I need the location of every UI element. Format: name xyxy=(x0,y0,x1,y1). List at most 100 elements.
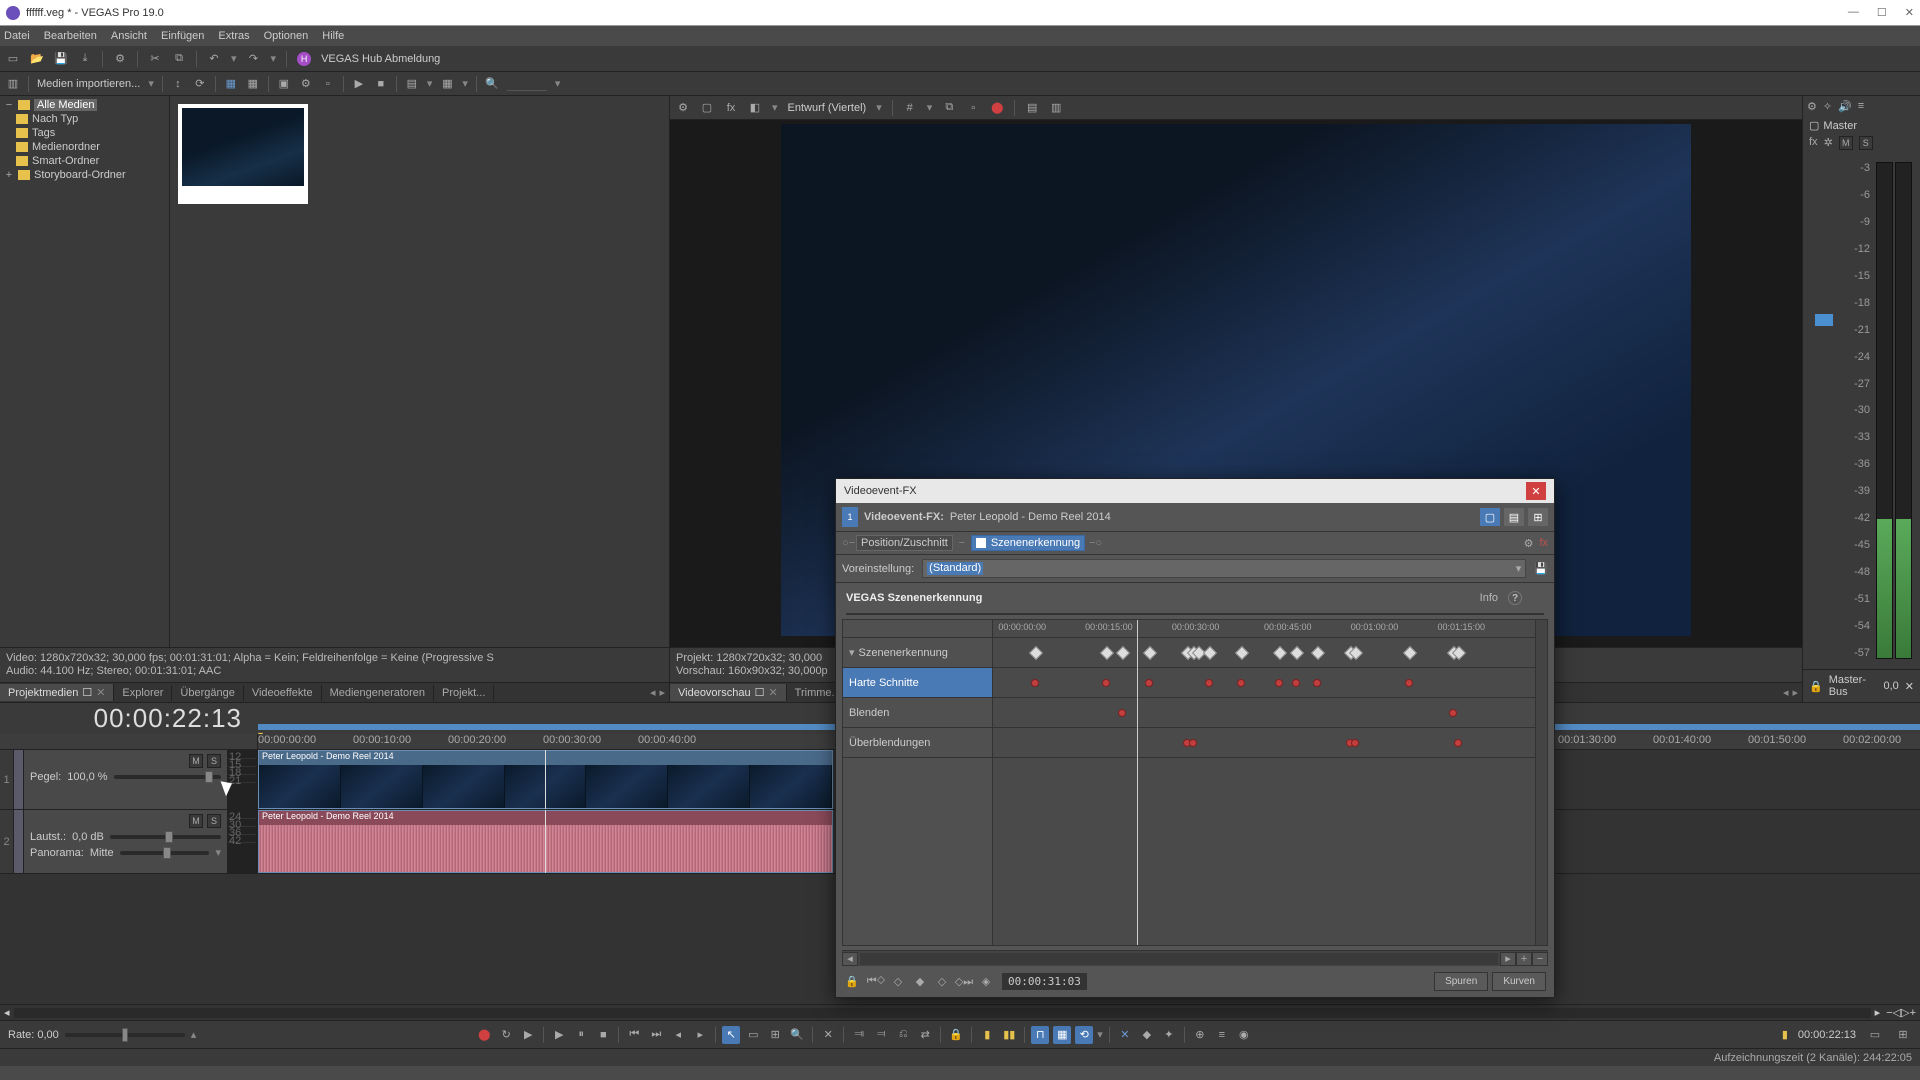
master-mute-button[interactable]: M xyxy=(1839,136,1853,150)
master-dim-icon[interactable]: ✧ xyxy=(1823,100,1832,113)
kf-curve-icon[interactable]: ◈ xyxy=(978,974,994,990)
loop-button[interactable]: ↻ xyxy=(497,1026,515,1044)
open-icon[interactable]: 📂 xyxy=(30,52,44,66)
fx-dialog-titlebar[interactable]: Videoevent-FX ✕ xyxy=(836,479,1554,503)
volume-slider[interactable] xyxy=(110,835,221,839)
tab-videovorschau[interactable]: Videovorschau☐✕ xyxy=(670,684,787,701)
add-track-button[interactable]: ⊕ xyxy=(1191,1026,1209,1044)
pan-dropdown-icon[interactable]: ▾ xyxy=(215,846,221,859)
fx-row-scene[interactable]: ▾Szenenerkennung xyxy=(843,638,992,668)
playhead[interactable] xyxy=(545,750,546,809)
new-project-icon[interactable]: ▭ xyxy=(6,52,20,66)
track-solo-button[interactable]: S xyxy=(207,754,221,768)
menu-einfuegen[interactable]: Einfügen xyxy=(161,30,204,42)
slip-button[interactable]: ⇄ xyxy=(916,1026,934,1044)
prev-frame-button[interactable]: ◂ xyxy=(669,1026,687,1044)
fx-preset-dropdown[interactable]: (Standard) ▾ xyxy=(922,559,1526,578)
fx-preset-save-icon[interactable]: 💾 xyxy=(1534,562,1548,575)
track-number[interactable]: 2 xyxy=(0,810,14,873)
remove-unused-icon[interactable]: ▦ xyxy=(224,77,238,91)
next-frame-button[interactable]: ▸ xyxy=(691,1026,709,1044)
master-bus-close-icon[interactable]: ✕ xyxy=(1905,680,1914,693)
normal-edit-tool[interactable]: ↖ xyxy=(722,1026,740,1044)
auto-save-button[interactable]: ◆ xyxy=(1138,1026,1156,1044)
media-panel-icon[interactable]: ▥ xyxy=(6,77,20,91)
keyframe-diamond[interactable] xyxy=(1235,646,1249,660)
tab-projektmedien[interactable]: Projektmedien☐✕ xyxy=(0,684,114,701)
delete-button[interactable]: ✕ xyxy=(819,1026,837,1044)
trim-end-button[interactable]: ⫤ xyxy=(872,1026,890,1044)
hub-label[interactable]: VEGAS Hub Abmeldung xyxy=(321,53,440,65)
keyframe-dot[interactable] xyxy=(1351,739,1359,747)
tree-by-type[interactable]: Nach Typ xyxy=(32,113,78,125)
timeline-timecode[interactable]: 00:00:22:13 xyxy=(0,703,258,734)
master-solo-button[interactable]: S xyxy=(1859,136,1873,150)
preview-fx-icon[interactable]: fx xyxy=(724,101,738,115)
keyframe-dot[interactable] xyxy=(1237,679,1245,687)
keyframe-dot[interactable] xyxy=(1102,679,1110,687)
fx-row-crossfades[interactable]: Überblendungen xyxy=(843,728,992,758)
fx-row-blends[interactable]: Blenden xyxy=(843,698,992,728)
view-mode-icon[interactable]: ▤ xyxy=(405,77,419,91)
fx-vertical-scrollbar[interactable] xyxy=(1535,620,1547,945)
preview-device-icon[interactable]: ▢ xyxy=(700,101,714,115)
keyframe-dot[interactable] xyxy=(1145,679,1153,687)
preview-props-icon[interactable]: ⚙ xyxy=(676,101,690,115)
import-media-button[interactable]: Medien importieren... xyxy=(37,78,140,90)
kf-prev-icon[interactable]: ◇ xyxy=(890,974,906,990)
preview-split-icon[interactable]: ◧ xyxy=(748,101,762,115)
tree-tags[interactable]: Tags xyxy=(32,127,55,139)
fx-lane-hard[interactable] xyxy=(993,668,1535,698)
scroll-left-icon[interactable]: ◂ xyxy=(4,1006,10,1019)
tree-media-folder[interactable]: Medienordner xyxy=(32,141,100,153)
kf-add-here-icon[interactable]: ◆ xyxy=(912,974,928,990)
selection-tool[interactable]: ▭ xyxy=(744,1026,762,1044)
preview-quality[interactable]: Entwurf (Viertel) xyxy=(788,102,867,114)
media-props-icon[interactable]: ▣ xyxy=(277,77,291,91)
master-mono-icon[interactable]: 🔊 xyxy=(1838,100,1852,113)
auto-ripple-button[interactable]: ⟲ xyxy=(1075,1026,1093,1044)
tree-all-media[interactable]: Alle Medien xyxy=(34,99,97,111)
menu-optionen[interactable]: Optionen xyxy=(264,30,309,42)
fx-mode-tracks[interactable]: Spuren xyxy=(1434,972,1488,991)
tab-pin-icon[interactable]: ☐ xyxy=(755,686,765,699)
fx-bypass-button[interactable]: ▢ xyxy=(1480,508,1500,526)
keyframe-dot[interactable] xyxy=(1449,709,1457,717)
master-fx-icon[interactable]: fx xyxy=(1809,136,1818,150)
preview-snapshot-icon[interactable]: ⧉ xyxy=(942,101,956,115)
undo-icon[interactable]: ↶ xyxy=(207,52,221,66)
dock-next-icon[interactable]: ▸ xyxy=(659,686,665,699)
dock-next-icon[interactable]: ▸ xyxy=(1792,686,1798,699)
tree-expand-icon[interactable]: + xyxy=(4,169,14,181)
tab-uebergaenge[interactable]: Übergänge xyxy=(172,685,243,701)
auto-crossfade-button[interactable]: ✕ xyxy=(1116,1026,1134,1044)
keyframe-diamond[interactable] xyxy=(1311,646,1325,660)
copy-icon[interactable]: ⧉ xyxy=(172,52,186,66)
close-button[interactable]: ✕ xyxy=(1905,6,1914,19)
pause-button[interactable]: ⏸ xyxy=(572,1026,590,1044)
quantize-button[interactable]: ▦ xyxy=(1053,1026,1071,1044)
tab-videoeffekte[interactable]: Videoeffekte xyxy=(244,685,322,701)
preview-rec-icon[interactable]: ⬤ xyxy=(990,101,1004,115)
keyframe-diamond[interactable] xyxy=(1029,646,1043,660)
keyframe-diamond[interactable] xyxy=(1116,646,1130,660)
fx-plugin-remove-icon[interactable]: fx xyxy=(1539,537,1548,550)
media-thumbnail[interactable] xyxy=(178,104,308,204)
kf-last-icon[interactable]: ◇⏭ xyxy=(956,974,972,990)
keyframe-dot[interactable] xyxy=(1118,709,1126,717)
fx-info-link[interactable]: Info xyxy=(1480,592,1498,604)
preview-layout1-icon[interactable]: ▤ xyxy=(1025,101,1039,115)
minimize-button[interactable]: — xyxy=(1848,6,1859,19)
track-mute-button[interactable]: M xyxy=(189,754,203,768)
tab-projekt[interactable]: Projekt... xyxy=(434,685,494,701)
kf-next-icon[interactable]: ◇ xyxy=(934,974,950,990)
playhead[interactable] xyxy=(545,810,546,873)
hub-icon[interactable]: H xyxy=(297,52,311,66)
ignite-button[interactable]: ✦ xyxy=(1160,1026,1178,1044)
go-end-button[interactable]: ⏭ xyxy=(647,1026,665,1044)
view-list-icon[interactable]: ▦ xyxy=(440,77,454,91)
track-color-strip[interactable] xyxy=(14,750,24,809)
record-button[interactable]: ⬤ xyxy=(475,1026,493,1044)
kf-lock-icon[interactable]: 🔒 xyxy=(844,974,860,990)
split-button[interactable]: ⎌ xyxy=(894,1026,912,1044)
